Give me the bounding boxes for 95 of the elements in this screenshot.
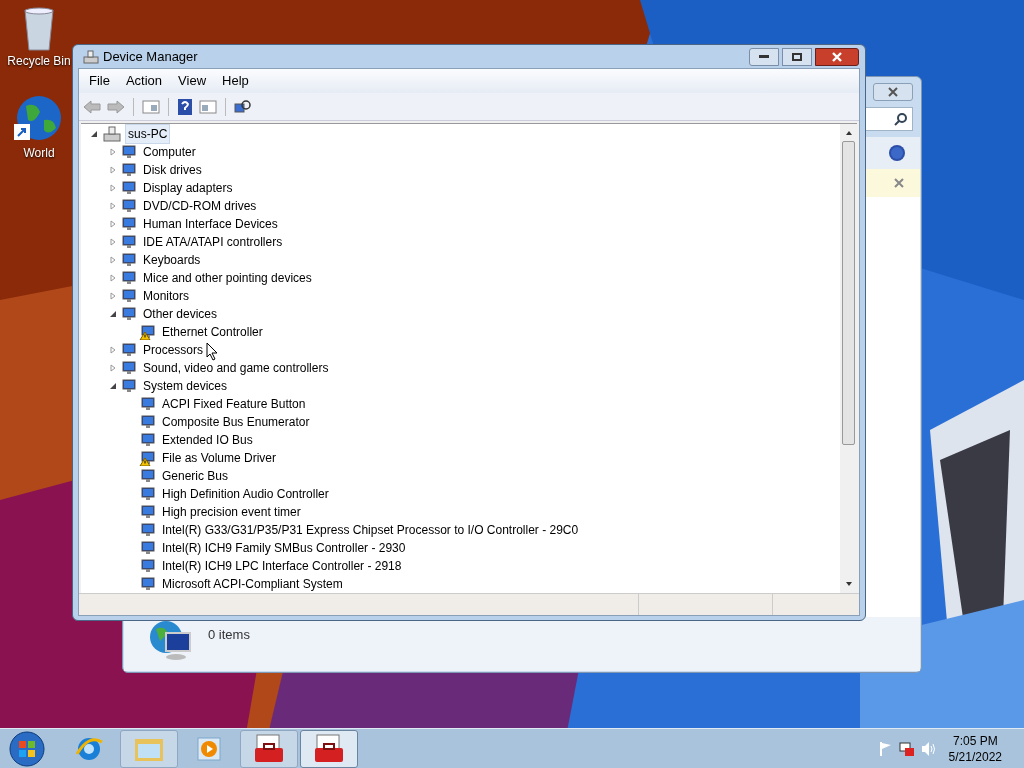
tree-item[interactable]: Ethernet Controller <box>159 322 266 343</box>
collapsed-arrow-icon[interactable] <box>109 346 117 355</box>
close-icon[interactable] <box>894 178 904 188</box>
scan-computer-icon[interactable] <box>234 97 252 116</box>
monitor-icon <box>120 306 136 323</box>
time-text: 7:05 PM <box>952 732 998 749</box>
collapsed-arrow-icon[interactable] <box>109 202 117 211</box>
tree-item[interactable]: Extended IO Bus <box>159 430 256 451</box>
collapsed-arrow-icon[interactable] <box>109 292 117 301</box>
tree-item[interactable]: Microsoft ACPI-Compliant System <box>159 574 346 594</box>
forward-arrow-icon[interactable] <box>107 98 125 115</box>
tree-item[interactable]: Sound, video and game controllers <box>140 358 332 379</box>
menu-item[interactable]: View <box>172 71 213 91</box>
play-icon <box>195 734 223 763</box>
maximize-button[interactable] <box>782 47 812 66</box>
monitor-icon <box>120 162 136 179</box>
monitor-icon <box>120 198 136 215</box>
monitor-icon <box>120 234 136 251</box>
expanded-arrow-icon[interactable] <box>109 382 117 391</box>
tree-item[interactable]: Display adapters <box>140 178 236 199</box>
monitor-icon <box>120 342 136 359</box>
toolbox-icon <box>253 733 285 764</box>
tree-item[interactable]: Human Interface Devices <box>140 214 281 235</box>
panel-icon[interactable] <box>199 98 217 115</box>
tree-item[interactable]: Monitors <box>140 286 192 307</box>
menu-item[interactable]: File <box>83 71 116 91</box>
tree-item[interactable]: ACPI Fixed Feature Button <box>159 394 309 415</box>
close-button[interactable] <box>873 83 913 101</box>
collapsed-arrow-icon[interactable] <box>109 184 117 193</box>
mouse-pointer-icon <box>206 342 218 361</box>
network-globe-icon <box>148 619 194 661</box>
close-icon <box>832 51 842 62</box>
device-manager-icon <box>83 48 99 65</box>
tree-item[interactable]: IDE ATA/ATAPI controllers <box>140 232 286 253</box>
collapsed-arrow-icon[interactable] <box>109 166 117 175</box>
date-text: 5/21/2022 <box>948 748 1002 765</box>
panel-icon[interactable] <box>142 98 160 115</box>
monitor-icon <box>120 216 136 233</box>
back-arrow-icon[interactable] <box>83 98 101 115</box>
tree-item[interactable]: Disk drives <box>140 160 205 181</box>
minimize-icon <box>759 54 769 59</box>
tree-item[interactable]: Keyboards <box>140 250 204 271</box>
search-field[interactable] <box>863 107 913 131</box>
maximize-icon <box>792 52 802 61</box>
monitor-icon <box>120 270 136 287</box>
scroll-thumb[interactable] <box>842 141 855 446</box>
close-button[interactable] <box>815 47 859 66</box>
collapsed-arrow-icon[interactable] <box>109 256 117 265</box>
clock[interactable]: 7:05 PM 5/21/2022 <box>948 732 1002 765</box>
computer-icon <box>103 126 121 143</box>
search-icon <box>894 112 908 126</box>
monitor-icon <box>120 288 136 305</box>
start-button[interactable] <box>8 729 46 768</box>
monitor-icon <box>120 180 136 197</box>
tree-item[interactable]: Mice and other pointing devices <box>140 268 315 289</box>
desktop-icon-label[interactable]: Recycle Bin <box>7 52 71 70</box>
tree-item[interactable]: Computer <box>140 142 199 163</box>
tree-item[interactable]: File as Volume Driver <box>159 448 280 469</box>
item-count: 0 items <box>208 626 250 644</box>
desktop-icon-label[interactable]: World <box>23 144 55 162</box>
close-icon <box>888 87 898 97</box>
monitor-icon <box>120 360 136 377</box>
tree-item[interactable]: System devices <box>140 376 231 397</box>
expanded-arrow-icon[interactable] <box>109 310 117 319</box>
tree-item[interactable]: Intel(R) ICH9 LPC Interface Controller - 2918 <box>159 556 405 577</box>
tree-item[interactable]: DVD/CD-ROM drives <box>140 196 260 217</box>
tree-item[interactable]: Other devices <box>140 304 221 325</box>
collapsed-arrow-icon[interactable] <box>109 220 117 229</box>
flag-icon[interactable] <box>878 740 893 757</box>
tree-item[interactable]: High Definition Audio Controller <box>159 484 332 505</box>
monitor-icon <box>120 144 136 161</box>
tree-item[interactable]: Intel(R) ICH9 Family SMBus Controller - 2930 <box>159 538 409 559</box>
collapsed-arrow-icon[interactable] <box>109 274 117 283</box>
network-icon[interactable] <box>898 740 915 757</box>
toolbox-icon <box>313 733 345 764</box>
window-title: Device Manager <box>103 47 198 66</box>
monitor-icon <box>120 252 136 269</box>
collapsed-arrow-icon[interactable] <box>109 238 117 247</box>
menu-item[interactable]: Help <box>216 71 255 91</box>
collapsed-arrow-icon[interactable] <box>109 148 117 157</box>
tree-item[interactable]: High precision event timer <box>159 502 304 523</box>
scrollbar[interactable] <box>840 124 857 594</box>
taskbar-button[interactable] <box>240 729 298 768</box>
collapsed-arrow-icon[interactable] <box>109 364 117 373</box>
minimize-button[interactable] <box>749 47 779 66</box>
taskbar-button[interactable] <box>300 729 358 768</box>
expanded-arrow-icon[interactable] <box>90 130 98 139</box>
speaker-icon[interactable] <box>920 740 937 757</box>
menu-item[interactable]: Action <box>119 71 169 91</box>
tree-item[interactable]: Generic Bus <box>159 466 232 487</box>
tree-item[interactable]: Intel(R) G33/G31/P35/P31 Express Chipset Processor to I/O Controller - 29C0 <box>159 520 582 541</box>
tree-item[interactable]: sus-PC <box>125 124 171 145</box>
tree-item[interactable]: Composite Bus Enumerator <box>159 412 313 433</box>
tree-item[interactable]: Processors <box>140 340 207 361</box>
monitor-icon <box>120 378 136 395</box>
